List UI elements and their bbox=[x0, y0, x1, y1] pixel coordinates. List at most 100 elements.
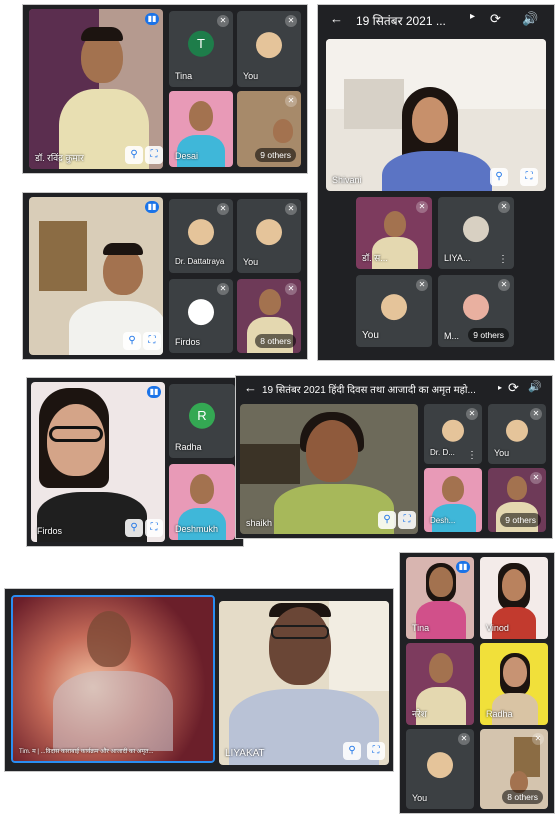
meet-screenshot-2: ← 19 सितंबर 2021 ... ▸ ⟳ 🔊 Shivani ⚲ ⛶ ✕… bbox=[318, 5, 554, 360]
fullscreen-icon[interactable]: ⛶ bbox=[145, 519, 163, 537]
participant-tile[interactable]: Radha bbox=[480, 643, 548, 725]
others-tile[interactable]: ✕ 9 others bbox=[237, 91, 301, 167]
main-video-tile[interactable]: ▮▮ Firdos ⚲ ⛶ bbox=[31, 382, 165, 542]
mic-off-icon: ✕ bbox=[498, 279, 510, 291]
caption-text: Tim. म | ...विदास काराबाई कार्यक्रम और आ… bbox=[19, 749, 154, 755]
others-tile[interactable]: ✕ 8 others bbox=[480, 729, 548, 809]
participant-tile[interactable]: ✕ LIYA... ⋮ bbox=[438, 197, 514, 269]
pin-icon[interactable]: ⚲ bbox=[125, 519, 143, 537]
speaker-icon[interactable]: 🔊 bbox=[528, 380, 542, 393]
mic-off-icon: ✕ bbox=[217, 203, 229, 215]
participant-name: LIYAKAT bbox=[225, 748, 265, 759]
avatar bbox=[463, 294, 489, 321]
main-video-tile[interactable]: ▮▮ डॉ. रविंद्र कुमार ⚲ ⛶ bbox=[29, 9, 163, 169]
meet-screenshot-7: ▮▮ Tina Vinod नरेश Radha ✕ You ✕ 8 other… bbox=[400, 553, 554, 813]
participant-tile[interactable]: ✕ You bbox=[406, 729, 474, 809]
switch-camera-icon[interactable]: ⟳ bbox=[508, 380, 519, 396]
participant-name: You bbox=[494, 448, 510, 458]
participant-tile[interactable]: ✕ Dr. D... ⋮ bbox=[424, 404, 482, 464]
main-video-tile[interactable]: ▮▮ ⚲ ⛶ bbox=[29, 197, 163, 355]
participant-tile[interactable]: LIYAKAT ⚲ ⛶ bbox=[219, 601, 389, 765]
avatar bbox=[463, 216, 489, 243]
participant-tile[interactable]: Deshmukh bbox=[169, 464, 235, 540]
chevron-right-icon[interactable]: ▸ bbox=[498, 383, 502, 392]
mic-off-icon: ✕ bbox=[285, 203, 297, 215]
fullscreen-icon[interactable]: ⛶ bbox=[398, 511, 416, 529]
camera-feed bbox=[219, 601, 389, 765]
pin-icon[interactable]: ⚲ bbox=[125, 146, 143, 164]
fullscreen-icon[interactable]: ⛶ bbox=[145, 146, 163, 164]
pin-icon[interactable]: ⚲ bbox=[123, 332, 141, 350]
pin-icon[interactable]: ⚲ bbox=[378, 511, 396, 529]
switch-camera-icon[interactable]: ⟳ bbox=[490, 11, 501, 27]
participant-tile[interactable]: ✕ डॉ. स... bbox=[356, 197, 432, 269]
speaking-indicator-icon: ▮▮ bbox=[145, 13, 159, 25]
participant-name: Shivani bbox=[332, 175, 362, 185]
camera-feed bbox=[13, 597, 213, 761]
avatar: R bbox=[189, 402, 215, 429]
mic-off-icon: ✕ bbox=[532, 733, 544, 745]
participant-tile[interactable]: ✕ You bbox=[237, 199, 301, 273]
participant-name: डॉ. रविंद्र कुमार bbox=[35, 153, 84, 163]
pin-icon[interactable]: ⚲ bbox=[343, 742, 361, 760]
others-count: 9 others bbox=[468, 328, 509, 342]
fullscreen-icon[interactable]: ⛶ bbox=[520, 168, 538, 186]
others-count: 8 others bbox=[502, 790, 543, 804]
participant-tile[interactable]: ✕ Firdos bbox=[169, 279, 233, 353]
call-top-bar: ← 19 सितंबर 2021 हिंदी दिवस तथा आजादी का… bbox=[236, 376, 552, 400]
participant-tile[interactable]: ✕ You bbox=[488, 404, 546, 464]
avatar bbox=[442, 419, 464, 442]
mic-off-icon: ✕ bbox=[285, 95, 297, 107]
more-options-icon[interactable]: ⋮ bbox=[467, 450, 477, 461]
speaker-icon[interactable]: 🔊 bbox=[522, 11, 538, 27]
participant-name: Tina bbox=[412, 623, 430, 633]
participant-tile[interactable]: ✕ Dr. Dattatraya bbox=[169, 199, 233, 273]
back-arrow-icon[interactable]: ← bbox=[244, 380, 257, 395]
mic-off-icon: ✕ bbox=[498, 201, 510, 213]
main-video-tile[interactable]: shaikh ⚲ ⛶ bbox=[240, 404, 418, 534]
participant-tile[interactable]: Desai bbox=[169, 91, 233, 167]
meet-screenshot-3: ▮▮ ⚲ ⛶ ✕ Dr. Dattatraya ✕ You ✕ Firdos ✕… bbox=[23, 193, 307, 359]
others-tile[interactable]: ✕ 8 others bbox=[237, 279, 301, 353]
participant-name: नरेश bbox=[412, 709, 427, 719]
pin-icon[interactable]: ⚲ bbox=[490, 168, 508, 186]
speaking-indicator-icon: ▮▮ bbox=[145, 201, 159, 213]
participant-name: You bbox=[243, 257, 259, 267]
participant-name: Desh... bbox=[430, 516, 456, 525]
main-video-tile[interactable]: Tim. म | ...विदास काराबाई कार्यक्रम और आ… bbox=[11, 595, 215, 763]
mic-off-icon: ✕ bbox=[416, 201, 428, 213]
participant-tile[interactable]: ✕ You bbox=[237, 11, 301, 87]
others-tile[interactable]: ✕ M... 9 others bbox=[438, 275, 514, 347]
avatar bbox=[381, 294, 407, 321]
meet-screenshot-1: ▮▮ डॉ. रविंद्र कुमार ⚲ ⛶ T ✕ Tina ✕ You … bbox=[23, 5, 307, 173]
avatar bbox=[256, 32, 282, 59]
mic-off-icon: ✕ bbox=[466, 408, 478, 420]
participant-tile[interactable]: Desh... bbox=[424, 468, 482, 532]
participant-name: LIYA... bbox=[444, 253, 471, 263]
participant-tile[interactable]: ▮▮ Tina bbox=[406, 557, 474, 639]
chevron-right-icon[interactable]: ▸ bbox=[470, 11, 475, 22]
participant-name: Desai bbox=[175, 151, 199, 161]
others-count: 8 others bbox=[255, 334, 296, 348]
participant-name: You bbox=[412, 793, 428, 803]
participant-tile[interactable]: नरेश bbox=[406, 643, 474, 725]
main-video-tile[interactable]: Shivani ⚲ ⛶ bbox=[326, 39, 546, 191]
call-top-bar: ← 19 सितंबर 2021 ... ▸ ⟳ 🔊 bbox=[318, 5, 554, 33]
participant-name: Firdos bbox=[37, 526, 63, 536]
others-tile[interactable]: ✕ 9 others bbox=[488, 468, 546, 532]
participant-tile[interactable]: Vinod bbox=[480, 557, 548, 639]
participant-tile[interactable]: T ✕ Tina bbox=[169, 11, 233, 87]
fullscreen-icon[interactable]: ⛶ bbox=[143, 332, 161, 350]
mic-off-icon: ✕ bbox=[458, 733, 470, 745]
mic-off-icon: ✕ bbox=[217, 15, 229, 27]
camera-feed bbox=[326, 39, 546, 191]
fullscreen-icon[interactable]: ⛶ bbox=[367, 742, 385, 760]
participant-tile[interactable]: R Radha bbox=[169, 384, 235, 458]
participant-name: Dr. D... bbox=[430, 448, 455, 457]
back-arrow-icon[interactable]: ← bbox=[330, 11, 343, 26]
avatar bbox=[188, 299, 214, 326]
more-options-icon[interactable]: ⋮ bbox=[498, 254, 508, 265]
participant-tile[interactable]: ✕ You bbox=[356, 275, 432, 347]
avatar bbox=[506, 419, 528, 442]
meet-screenshot-6: Tim. म | ...विदास काराबाई कार्यक्रम और आ… bbox=[5, 589, 393, 771]
